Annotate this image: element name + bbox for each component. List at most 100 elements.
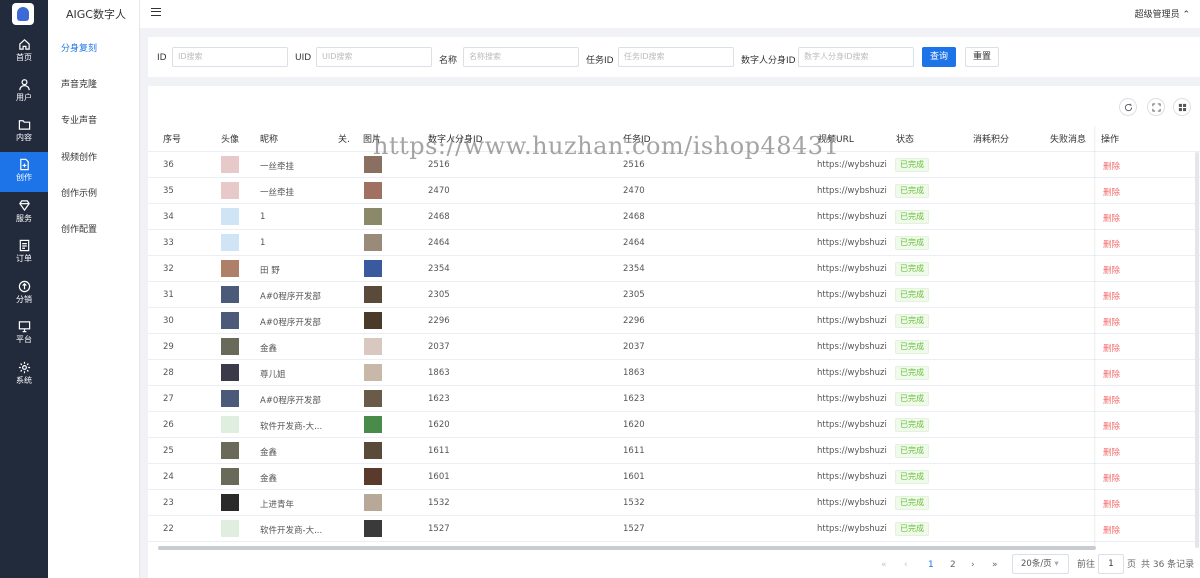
delete-button[interactable]: 删除 <box>1103 290 1120 302</box>
submenu-item-pro-voice[interactable]: 专业声音 <box>61 113 97 126</box>
delete-button[interactable]: 删除 <box>1103 238 1120 250</box>
cell-video-url[interactable]: https://wybshuzire <box>817 290 887 300</box>
cell-video-url[interactable]: https://wybshuzire <box>817 420 887 430</box>
cell-video-url[interactable]: https://wybshuzire <box>817 212 887 222</box>
next-page-button[interactable]: › <box>971 556 975 574</box>
submenu-item-avatar-clone[interactable]: 分身复刻 <box>61 41 97 54</box>
rail-item-distribution[interactable]: 分销 <box>0 274 48 314</box>
delete-button[interactable]: 删除 <box>1103 186 1120 198</box>
delete-button[interactable]: 删除 <box>1103 342 1120 354</box>
fullscreen-button[interactable] <box>1147 98 1165 116</box>
delete-button[interactable]: 删除 <box>1103 212 1120 224</box>
delete-button[interactable]: 删除 <box>1103 264 1120 276</box>
cell-video-url[interactable]: https://wybshuzire <box>817 186 887 196</box>
status-badge: 已完成 <box>895 314 929 328</box>
cell-video-url[interactable]: https://wybshuzire <box>817 160 887 170</box>
avatar-thumbnail[interactable] <box>364 208 382 225</box>
table-row: 32 田 野 2354 2354 https://wybshuzire 已完成 删除 <box>148 256 1200 282</box>
submenu-item-video-create[interactable]: 视频创作 <box>61 150 97 163</box>
avatar-thumbnail[interactable] <box>364 182 382 199</box>
reset-button[interactable]: 重置 <box>965 47 999 67</box>
cell-video-url[interactable]: https://wybshuzire <box>817 394 887 404</box>
menu-toggle-icon[interactable] <box>151 8 161 16</box>
page-number-1[interactable]: 1 <box>928 556 934 574</box>
rail-item-users[interactable]: 用户 <box>0 72 48 112</box>
folder-icon <box>18 120 30 130</box>
cell-video-url[interactable]: https://wybshuzire <box>817 446 887 456</box>
delete-button[interactable]: 删除 <box>1103 524 1120 536</box>
delete-button[interactable]: 删除 <box>1103 498 1120 510</box>
rail-item-service[interactable]: 服务 <box>0 193 48 233</box>
cell-seq: 26 <box>163 420 174 430</box>
delete-button[interactable]: 删除 <box>1103 160 1120 172</box>
cell-task-id: 1532 <box>623 498 645 508</box>
avatar-thumbnail[interactable] <box>364 234 382 251</box>
id-search-input[interactable]: ID搜索 <box>172 47 288 67</box>
goto-page-input[interactable]: 1 <box>1098 554 1124 574</box>
top-bar: 超级管理员 ⌃ <box>140 0 1200 28</box>
avatar-thumbnail[interactable] <box>364 338 382 355</box>
rail-item-orders[interactable]: 订单 <box>0 233 48 273</box>
avatar-thumbnail[interactable] <box>364 390 382 407</box>
cell-video-url[interactable]: https://wybshuzire <box>817 472 887 482</box>
page-size-select[interactable]: 20条/页 ▾ <box>1012 554 1069 574</box>
cell-seq: 32 <box>163 264 174 274</box>
avatar-thumbnail[interactable] <box>364 312 382 329</box>
cell-nickname: A#0程序开发部 <box>260 396 321 406</box>
search-button[interactable]: 查询 <box>922 47 956 67</box>
prev-page-button[interactable]: ‹ <box>904 556 908 574</box>
rail-item-create[interactable]: 创作 <box>0 152 48 192</box>
delete-button[interactable]: 删除 <box>1103 394 1120 406</box>
delete-button[interactable]: 删除 <box>1103 420 1120 432</box>
avatar-thumbnail[interactable] <box>364 286 382 303</box>
horizontal-scrollbar[interactable] <box>158 546 1096 550</box>
last-page-button[interactable]: » <box>992 556 998 574</box>
avatar-thumbnail[interactable] <box>364 364 382 381</box>
user-menu[interactable]: 超级管理员 ⌃ <box>1135 7 1190 20</box>
avatar-thumbnail[interactable] <box>364 156 382 173</box>
delete-button[interactable]: 删除 <box>1103 472 1120 484</box>
avatar-id-search-input[interactable]: 数字人分身ID搜索 <box>798 47 914 67</box>
cell-video-url[interactable]: https://wybshuzire <box>817 368 887 378</box>
user-name: 超级管理员 <box>1134 10 1180 20</box>
delete-button[interactable]: 删除 <box>1103 368 1120 380</box>
column-settings-button[interactable] <box>1173 98 1191 116</box>
name-search-input[interactable]: 名称搜索 <box>463 47 579 67</box>
page-number-2[interactable]: 2 <box>950 556 956 574</box>
rail-label: 分销 <box>16 295 32 304</box>
chevron-up-icon: ⌃ <box>1182 10 1190 20</box>
cell-nickname: 金鑫 <box>260 344 278 354</box>
task-id-search-input[interactable]: 任务ID搜索 <box>618 47 734 67</box>
submenu-item-voice-clone[interactable]: 声音克隆 <box>61 77 97 90</box>
avatar-thumbnail[interactable] <box>364 416 382 433</box>
refresh-button[interactable] <box>1119 98 1137 116</box>
submenu-item-config[interactable]: 创作配置 <box>61 222 97 235</box>
avatar-thumbnail[interactable] <box>364 520 382 537</box>
cell-video-url[interactable]: https://wybshuzire <box>817 342 887 352</box>
vertical-scrollbar[interactable] <box>1195 152 1199 548</box>
rail-item-content[interactable]: 内容 <box>0 112 48 152</box>
rail-item-home[interactable]: 首页 <box>0 32 48 72</box>
avatar <box>221 260 239 277</box>
rail-label: 平台 <box>16 335 32 344</box>
submenu-item-examples[interactable]: 创作示例 <box>61 186 97 199</box>
cell-video-url[interactable]: https://wybshuzire <box>817 524 887 534</box>
rail-item-platform[interactable]: 平台 <box>0 314 48 354</box>
cell-task-id: 1611 <box>623 446 645 456</box>
delete-button[interactable]: 删除 <box>1103 316 1120 328</box>
cell-video-url[interactable]: https://wybshuzire <box>817 498 887 508</box>
cell-seq: 24 <box>163 472 174 482</box>
avatar-thumbnail[interactable] <box>364 260 382 277</box>
avatar-thumbnail[interactable] <box>364 468 382 485</box>
cell-video-url[interactable]: https://wybshuzire <box>817 264 887 274</box>
uid-search-input[interactable]: UID搜索 <box>316 47 432 67</box>
cell-video-url[interactable]: https://wybshuzire <box>817 316 887 326</box>
delete-button[interactable]: 删除 <box>1103 446 1120 458</box>
first-page-button[interactable]: « <box>881 556 887 574</box>
status-badge: 已完成 <box>895 418 929 432</box>
avatar-thumbnail[interactable] <box>364 494 382 511</box>
avatar-thumbnail[interactable] <box>364 442 382 459</box>
rail-item-system[interactable]: 系统 <box>0 355 48 395</box>
col-actions-header: 操作 <box>1101 135 1120 145</box>
cell-video-url[interactable]: https://wybshuzire <box>817 238 887 248</box>
